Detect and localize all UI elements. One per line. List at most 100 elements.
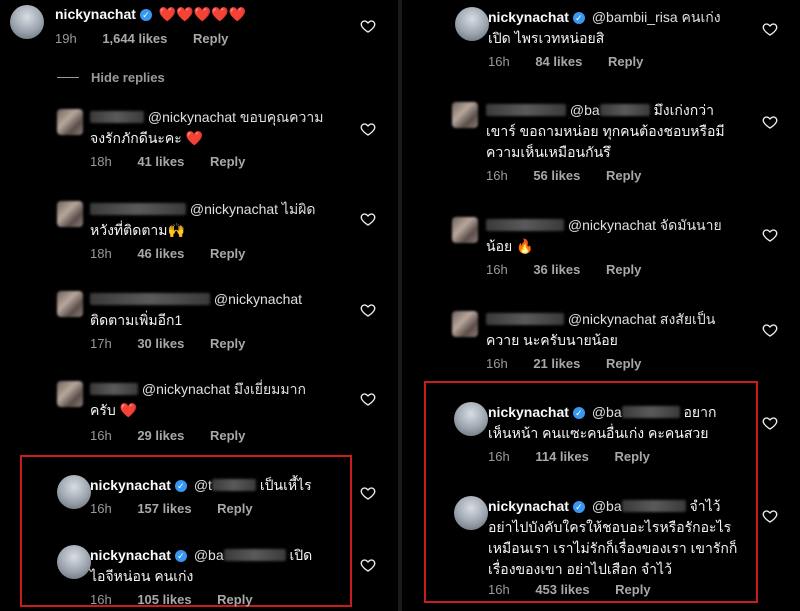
reply-button[interactable]: Reply [210, 428, 245, 443]
comment-text: @bambii_risa คนเก่ง [591, 9, 721, 25]
right-panel: nickynachat ✓ @bambii_risa คนเก่ง เปิด ไพ… [402, 0, 800, 611]
likes-count[interactable]: 21 likes [533, 356, 580, 371]
likes-count[interactable]: 56 likes [533, 168, 580, 183]
comment-time: 16h [488, 54, 510, 69]
comment-text-line2: เห็นหน้า คนแซะคนอื่นเก่ง คะคนสวย [488, 425, 709, 441]
like-heart-icon[interactable] [762, 322, 778, 338]
avatar[interactable] [57, 201, 83, 227]
reply-button[interactable]: Reply [210, 154, 245, 169]
likes-count[interactable]: 84 likes [535, 54, 582, 69]
avatar[interactable] [57, 109, 83, 135]
comment-text-line2: ครับ ❤️ [90, 402, 138, 418]
comment-text: เป็นเหี้ไร [255, 477, 312, 493]
like-heart-icon[interactable] [360, 211, 376, 227]
username[interactable]: nickynachat [488, 404, 569, 420]
reply-button[interactable]: Reply [210, 246, 245, 261]
avatar[interactable] [452, 217, 478, 243]
verified-badge-icon: ✓ [572, 501, 585, 513]
avatar[interactable] [10, 5, 44, 39]
comment-text: ❤️❤️❤️❤️❤️ [158, 6, 246, 22]
likes-count[interactable]: 157 likes [137, 501, 191, 516]
like-heart-icon[interactable] [762, 114, 778, 130]
reply-button[interactable]: Reply [606, 356, 641, 371]
username[interactable]: nickynachat [90, 477, 171, 493]
avatar[interactable] [454, 402, 488, 436]
censored-username [90, 111, 144, 123]
reply-button[interactable]: Reply [217, 592, 252, 607]
reply-button[interactable]: Reply [615, 582, 650, 597]
comment-time: 16h [90, 592, 112, 607]
like-heart-icon[interactable] [360, 18, 376, 34]
mention-prefix[interactable]: @ba [592, 404, 622, 420]
username[interactable]: nickynachat [488, 498, 569, 514]
censored-username [90, 203, 186, 215]
mention-prefix[interactable]: @ba [592, 498, 622, 514]
comment-text-line2: เขาร์ ขอถามหน่อย ทุกคนต้องชอบหรือมี [486, 123, 725, 139]
comment-time: 18h [90, 154, 112, 169]
avatar[interactable] [455, 7, 489, 41]
likes-count[interactable]: 1,644 likes [102, 31, 167, 46]
comment-time: 17h [90, 336, 112, 351]
like-heart-icon[interactable] [762, 227, 778, 243]
reply-button[interactable]: Reply [614, 449, 649, 464]
reply-button[interactable]: Reply [210, 336, 245, 351]
comment-text-line2: ไอจีหน่อน คนเก่ง [90, 568, 194, 584]
likes-count[interactable]: 29 likes [137, 428, 184, 443]
likes-count[interactable]: 36 likes [533, 262, 580, 277]
comment-time: 16h [486, 356, 508, 371]
reply-button[interactable]: Reply [217, 501, 252, 516]
censored-username [621, 406, 680, 418]
avatar[interactable] [57, 475, 91, 509]
likes-count[interactable]: 453 likes [535, 582, 589, 597]
username[interactable]: nickynachat [90, 547, 171, 563]
comment-text: @nickynachat ไม่ผิด [189, 201, 316, 217]
avatar[interactable] [57, 291, 83, 317]
mention-prefix[interactable]: @ba [570, 102, 600, 118]
comment-time: 19h [55, 31, 77, 46]
verified-badge-icon: ✓ [174, 550, 187, 562]
like-heart-icon[interactable] [360, 485, 376, 501]
censored-username [90, 383, 138, 395]
comment-time: 16h [90, 428, 112, 443]
like-heart-icon[interactable] [762, 415, 778, 431]
comment-text-line2: เปิด ไพรเวทหน่อยสิ [488, 30, 605, 46]
mention-prefix[interactable]: @ba [194, 547, 224, 563]
comment-time: 16h [488, 449, 510, 464]
mention-prefix[interactable]: @t [194, 477, 212, 493]
likes-count[interactable]: 114 likes [535, 449, 589, 464]
likes-count[interactable]: 30 likes [137, 336, 184, 351]
avatar[interactable] [57, 381, 83, 407]
like-heart-icon[interactable] [360, 302, 376, 318]
avatar[interactable] [452, 311, 478, 337]
reply-button[interactable]: Reply [606, 168, 641, 183]
username[interactable]: nickynachat [55, 6, 136, 22]
hide-replies-button[interactable]: Hide replies [57, 70, 165, 85]
comment-text-line4: เรื่องของเขา อย่าไปเสือก จำไว้ [488, 561, 672, 577]
avatar[interactable] [57, 545, 91, 579]
reply-button[interactable]: Reply [608, 54, 643, 69]
likes-count[interactable]: 105 likes [137, 592, 191, 607]
reply-button[interactable]: Reply [193, 31, 228, 46]
reply-button[interactable]: Reply [606, 262, 641, 277]
comment-text-line2: หวังที่ติดตาม🙌 [90, 222, 185, 238]
like-heart-icon[interactable] [762, 508, 778, 524]
verified-badge-icon: ✓ [174, 480, 187, 492]
comment-text-line3: ความเห็นเหมือนกันรึ [486, 144, 611, 160]
comment-time: 16h [488, 582, 510, 597]
like-heart-icon[interactable] [360, 121, 376, 137]
comment-time: 16h [90, 501, 112, 516]
verified-badge-icon: ✓ [139, 9, 152, 21]
comment-text: @nickynachat ขอบคุณความ [147, 109, 324, 125]
censored-username [486, 313, 564, 325]
like-heart-icon[interactable] [360, 391, 376, 407]
comment-text: จำไว้ [685, 498, 721, 514]
like-heart-icon[interactable] [360, 557, 376, 573]
avatar[interactable] [454, 496, 488, 530]
like-heart-icon[interactable] [762, 21, 778, 37]
likes-count[interactable]: 46 likes [137, 246, 184, 261]
avatar[interactable] [452, 102, 478, 128]
comment-text-line2: ควาย นะครับนายน้อย [486, 332, 618, 348]
likes-count[interactable]: 41 likes [137, 154, 184, 169]
comment-text-line3: เหมือนเรา เราไม่รักก็เรื่องของเรา เขารัก… [488, 540, 738, 556]
username[interactable]: nickynachat [488, 9, 569, 25]
